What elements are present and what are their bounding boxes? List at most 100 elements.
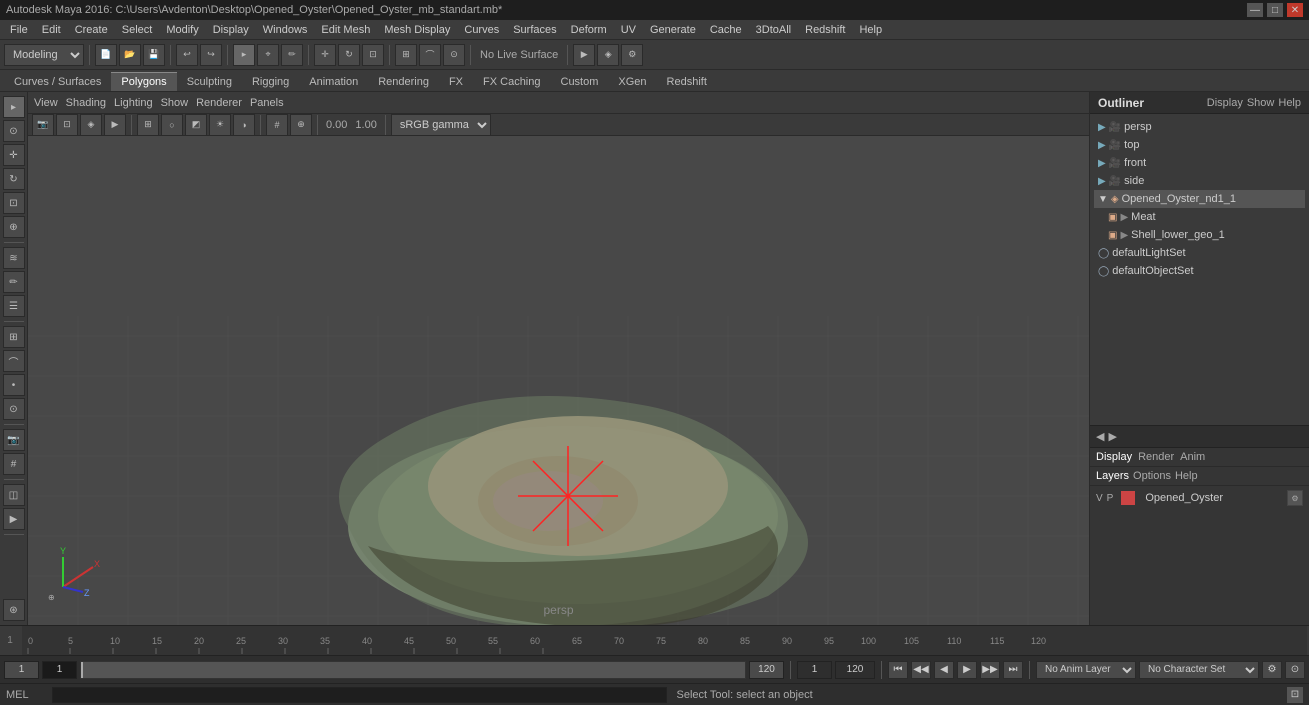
vm-view[interactable]: View xyxy=(34,97,58,109)
vt-cam-btn[interactable]: 📷 xyxy=(32,114,54,136)
go-to-start-btn[interactable]: ⏮ xyxy=(888,661,908,679)
vt-wire-btn[interactable]: ⊞ xyxy=(137,114,159,136)
menu-mesh-display[interactable]: Mesh Display xyxy=(378,22,456,38)
color-profile-select[interactable]: sRGB gamma xyxy=(391,114,491,136)
viewport-3d[interactable]: persp X Y Z ⊕ xyxy=(28,136,1089,625)
menu-help[interactable]: Help xyxy=(853,22,888,38)
camera-btn[interactable]: 📷 xyxy=(3,429,25,451)
vt-shadow-btn[interactable]: ◑ xyxy=(233,114,255,136)
rotate-tool-btn[interactable]: ↻ xyxy=(3,168,25,190)
menu-redshift[interactable]: Redshift xyxy=(799,22,851,38)
anim-prefs-btn[interactable]: ⊙ xyxy=(1285,661,1305,679)
outliner-help-btn[interactable]: Help xyxy=(1278,97,1301,109)
outliner-show-btn[interactable]: Show xyxy=(1247,97,1275,109)
vt-film-btn[interactable]: ⊡ xyxy=(56,114,78,136)
snap-to-point-btn[interactable]: • xyxy=(3,374,25,396)
vt-texture-btn[interactable]: ◩ xyxy=(185,114,207,136)
bottom-icon-btn[interactable]: ⊛ xyxy=(3,599,25,621)
outliner-item-side[interactable]: ▶ 🎥 side xyxy=(1094,172,1305,190)
outliner-item-default-object-set[interactable]: ◯ defaultObjectSet xyxy=(1094,262,1305,280)
status-toggle-btn[interactable]: ⊡ xyxy=(1287,687,1303,703)
tab-rigging[interactable]: Rigging xyxy=(242,72,299,91)
tab-fx[interactable]: FX xyxy=(439,72,473,91)
menu-windows[interactable]: Windows xyxy=(257,22,314,38)
sub-tab-layers[interactable]: Layers xyxy=(1096,470,1129,482)
layer-p-checkbox[interactable]: P xyxy=(1107,493,1114,504)
tab-polygons[interactable]: Polygons xyxy=(111,72,176,91)
tab-rendering[interactable]: Rendering xyxy=(368,72,439,91)
current-frame-input[interactable] xyxy=(42,661,77,679)
char-set-select[interactable]: No Character Set xyxy=(1139,661,1259,679)
outliner-display-btn[interactable]: Display xyxy=(1207,97,1243,109)
select-mode-btn[interactable]: ▸ xyxy=(3,96,25,118)
command-line-input[interactable] xyxy=(52,687,667,703)
select-tool-btn[interactable]: ▸ xyxy=(233,44,255,66)
open-btn[interactable]: 📂 xyxy=(119,44,141,66)
tab-custom[interactable]: Custom xyxy=(551,72,609,91)
attr-tab-anim[interactable]: Anim xyxy=(1180,451,1205,463)
vt-playblast-btn[interactable]: ▶ xyxy=(104,114,126,136)
snap-view-btn[interactable]: ⊙ xyxy=(3,398,25,420)
workspace-dropdown[interactable]: Modeling xyxy=(4,44,84,66)
layer-settings-btn[interactable]: ⚙ xyxy=(1287,490,1303,506)
time-settings-btn[interactable]: ⚙ xyxy=(1262,661,1282,679)
scale-tool-btn[interactable]: ⊡ xyxy=(3,192,25,214)
menu-generate[interactable]: Generate xyxy=(644,22,702,38)
rotate-btn[interactable]: ↻ xyxy=(338,44,360,66)
menu-cache[interactable]: Cache xyxy=(704,22,748,38)
playback-start-input[interactable] xyxy=(797,661,832,679)
vm-shading[interactable]: Shading xyxy=(66,97,106,109)
render-settings-btn[interactable]: ⚙ xyxy=(621,44,643,66)
outliner-item-oyster-group[interactable]: ▼ ◈ Opened_Oyster_nd1_1 xyxy=(1094,190,1305,208)
vt-smooth-btn[interactable]: ○ xyxy=(161,114,183,136)
vm-show[interactable]: Show xyxy=(161,97,189,109)
play-back-btn[interactable]: ◀ xyxy=(934,661,954,679)
outliner-item-front[interactable]: ▶ 🎥 front xyxy=(1094,154,1305,172)
playback-end-input[interactable] xyxy=(835,661,875,679)
play-fwd-btn[interactable]: ▶ xyxy=(957,661,977,679)
sculpt-btn[interactable]: ✏ xyxy=(3,271,25,293)
vm-renderer[interactable]: Renderer xyxy=(196,97,242,109)
attr-tab-display[interactable]: Display xyxy=(1096,451,1132,463)
maximize-button[interactable]: □ xyxy=(1267,3,1283,17)
render-region-btn[interactable]: ◫ xyxy=(3,484,25,506)
outliner-item-persp[interactable]: ▶ 🎥 persp xyxy=(1094,118,1305,136)
panel-arrow-left[interactable]: ◀ xyxy=(1096,430,1104,443)
vt-light-btn[interactable]: ☀ xyxy=(209,114,231,136)
end-frame-input[interactable] xyxy=(749,661,784,679)
vm-lighting[interactable]: Lighting xyxy=(114,97,153,109)
outliner-item-default-light-set[interactable]: ◯ defaultLightSet xyxy=(1094,244,1305,262)
frame-slider[interactable] xyxy=(80,661,746,679)
outliner-item-shell[interactable]: ▣ ▶ Shell_lower_geo_1 xyxy=(1094,226,1305,244)
tab-curves-surfaces[interactable]: Curves / Surfaces xyxy=(4,72,111,91)
move-tool-btn[interactable]: ✛ xyxy=(3,144,25,166)
move-btn[interactable]: ✛ xyxy=(314,44,336,66)
layer-v-checkbox[interactable]: V xyxy=(1096,493,1103,504)
redo-btn[interactable]: ↪ xyxy=(200,44,222,66)
outliner-item-top[interactable]: ▶ 🎥 top xyxy=(1094,136,1305,154)
soft-mod-btn[interactable]: ≋ xyxy=(3,247,25,269)
outliner-item-meat[interactable]: ▣ ▶ Meat xyxy=(1094,208,1305,226)
menu-create[interactable]: Create xyxy=(69,22,114,38)
menu-display[interactable]: Display xyxy=(207,22,255,38)
anim-layer-select[interactable]: No Anim Layer xyxy=(1036,661,1136,679)
timeline[interactable]: 1 0 5 10 15 20 25 30 35 40 45 50 xyxy=(0,625,1309,655)
menu-edit[interactable]: Edit xyxy=(36,22,67,38)
universal-manip-btn[interactable]: ⊕ xyxy=(3,216,25,238)
menu-surfaces[interactable]: Surfaces xyxy=(507,22,562,38)
save-btn[interactable]: 💾 xyxy=(143,44,165,66)
menu-deform[interactable]: Deform xyxy=(565,22,613,38)
menu-curves[interactable]: Curves xyxy=(458,22,505,38)
minimize-button[interactable]: — xyxy=(1247,3,1263,17)
close-button[interactable]: ✕ xyxy=(1287,3,1303,17)
tab-sculpting[interactable]: Sculpting xyxy=(177,72,242,91)
menu-uv[interactable]: UV xyxy=(615,22,642,38)
vt-grid-btn[interactable]: # xyxy=(266,114,288,136)
snap-to-grid-btn[interactable]: ⊞ xyxy=(3,326,25,348)
tab-animation[interactable]: Animation xyxy=(299,72,368,91)
go-to-end-btn[interactable]: ⏭ xyxy=(1003,661,1023,679)
step-back-btn[interactable]: ◀◀ xyxy=(911,661,931,679)
undo-btn[interactable]: ↩ xyxy=(176,44,198,66)
paint-btn[interactable]: ✏ xyxy=(281,44,303,66)
menu-modify[interactable]: Modify xyxy=(160,22,204,38)
